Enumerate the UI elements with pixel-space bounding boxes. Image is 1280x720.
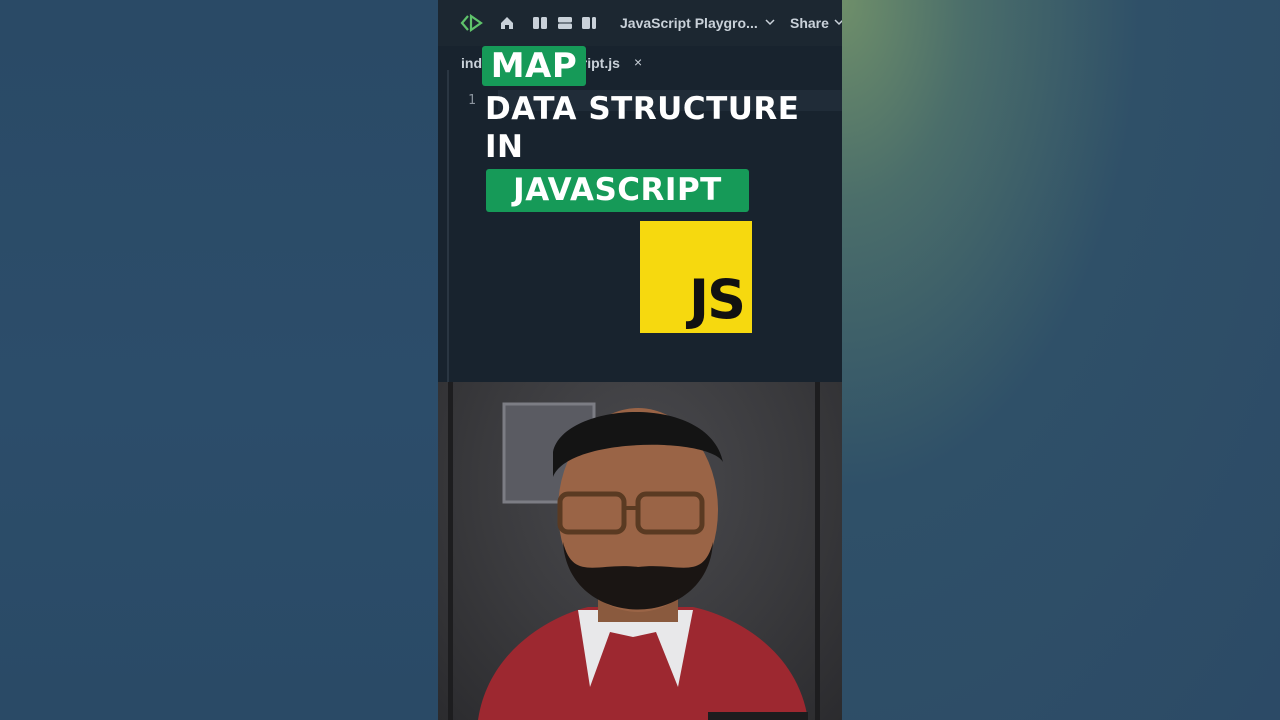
- close-tab-icon[interactable]: ×: [634, 54, 642, 70]
- chevron-down-icon[interactable]: [765, 18, 775, 26]
- title-word-javascript: JAVASCRIPT: [486, 169, 749, 212]
- title-line-in: IN: [485, 129, 524, 165]
- short-video-frame: JavaScript Playgro... Share inde ript.js …: [438, 0, 842, 720]
- layout-single-icon[interactable]: [581, 15, 597, 31]
- home-icon[interactable]: [499, 15, 515, 31]
- title-word-map: MAP: [482, 46, 586, 86]
- line-number: 1: [468, 93, 476, 108]
- code-editor: JavaScript Playgro... Share inde ript.js …: [438, 0, 842, 382]
- share-chevron-icon[interactable]: [834, 18, 842, 26]
- javascript-logo-text: JS: [689, 268, 746, 331]
- presenter-video: [438, 382, 842, 720]
- gutter: [447, 70, 449, 382]
- editor-toolbar: JavaScript Playgro... Share: [438, 0, 842, 46]
- title-line-data-structure: DATA STRUCTURE: [485, 91, 800, 127]
- project-title[interactable]: JavaScript Playgro...: [620, 11, 758, 35]
- layout-columns-icon[interactable]: [532, 15, 548, 31]
- presenter-illustration: [448, 382, 820, 720]
- run-logo-icon[interactable]: [460, 13, 484, 33]
- microphone-arm: [708, 712, 808, 720]
- share-button[interactable]: Share: [790, 11, 829, 35]
- file-tab-name-end: ript.js: [581, 55, 620, 71]
- stand-pole-right: [815, 382, 820, 720]
- javascript-logo: JS: [640, 221, 752, 333]
- stand-pole-left: [448, 382, 453, 720]
- right-background-panel: [842, 0, 1280, 720]
- layout-rows-icon[interactable]: [557, 15, 573, 31]
- left-background-panel: [0, 0, 438, 720]
